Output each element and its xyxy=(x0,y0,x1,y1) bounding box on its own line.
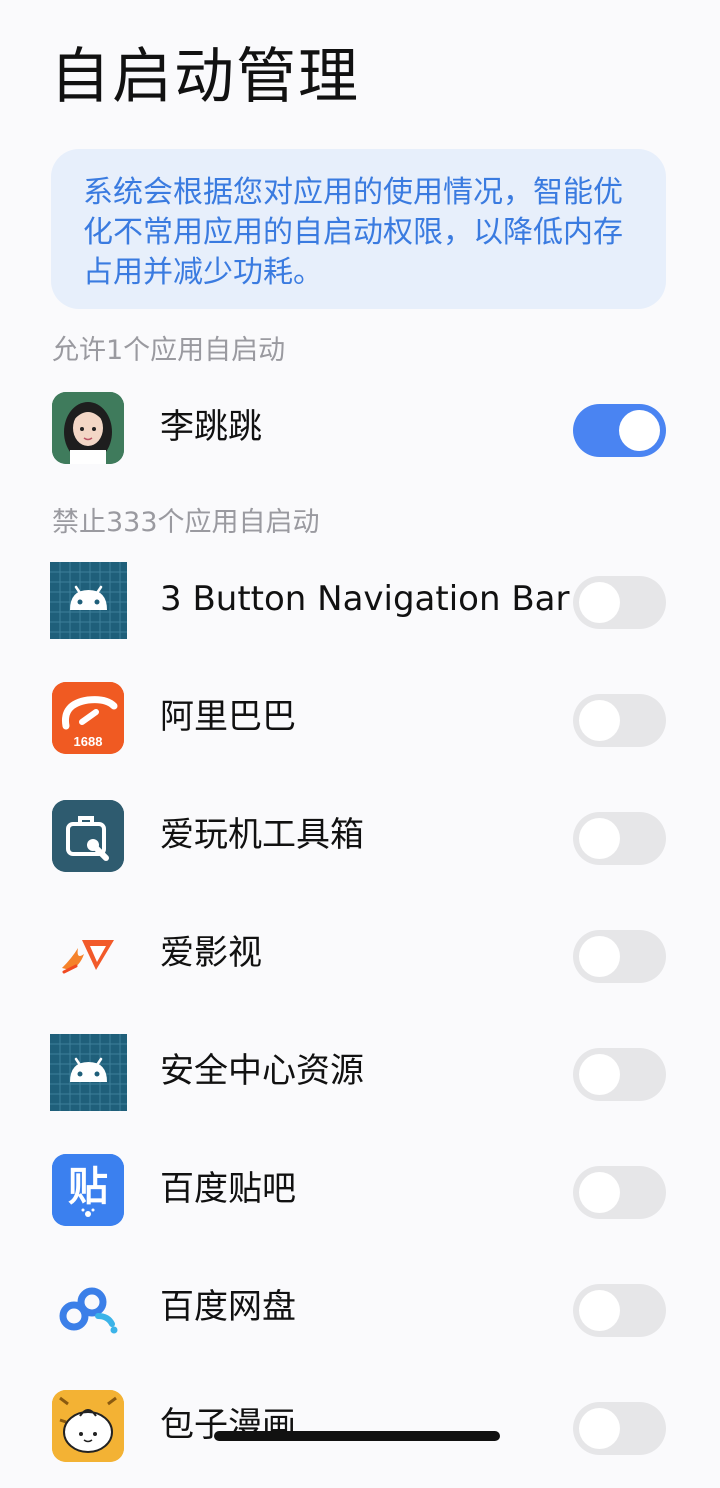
app-row-baidu-tieba[interactable]: 贴 百度贴吧 xyxy=(0,1134,720,1252)
app-name: 百度贴吧 xyxy=(160,1169,296,1209)
baidu-netdisk-icon xyxy=(52,1272,124,1344)
toggle-knob xyxy=(579,582,620,623)
autostart-toggle[interactable] xyxy=(573,1284,666,1337)
play-flame-icon xyxy=(52,918,124,990)
autostart-toggle[interactable] xyxy=(573,930,666,983)
toggle-knob xyxy=(579,936,620,977)
toggle-knob xyxy=(579,1290,620,1331)
autostart-toggle[interactable] xyxy=(573,812,666,865)
autostart-toggle[interactable] xyxy=(573,576,666,629)
toggle-knob xyxy=(619,410,660,451)
app-row-toolbox[interactable]: 爱玩机工具箱 xyxy=(0,780,720,898)
autostart-toggle[interactable] xyxy=(573,1402,666,1455)
app-row-lititiao[interactable]: 李跳跳 xyxy=(0,372,720,490)
alibaba-icon-text: 1688 xyxy=(74,734,103,749)
toggle-knob xyxy=(579,1054,620,1095)
toggle-knob xyxy=(579,700,620,741)
app-name: 3 Button Navigation Bar xyxy=(160,579,570,619)
alibaba-1688-icon: 1688 xyxy=(52,682,124,754)
autostart-toggle[interactable] xyxy=(573,1048,666,1101)
toggle-knob xyxy=(579,1172,620,1213)
app-name: 百度网盘 xyxy=(160,1287,296,1327)
android-icon xyxy=(50,562,127,639)
app-name: 阿里巴巴 xyxy=(160,697,296,737)
autostart-toggle[interactable] xyxy=(573,694,666,747)
allowed-section-header: 允许1个应用自启动 xyxy=(52,335,286,366)
toolbox-icon xyxy=(52,800,124,872)
app-name: 李跳跳 xyxy=(160,407,262,447)
toggle-knob xyxy=(579,818,620,859)
app-row-security-center[interactable]: 安全中心资源 xyxy=(0,1016,720,1134)
app-name: 爱影视 xyxy=(160,933,262,973)
blocked-section-header: 禁止333个应用自启动 xyxy=(52,507,320,538)
android-icon xyxy=(50,1034,127,1111)
autostart-toggle[interactable] xyxy=(573,1166,666,1219)
app-row-baozi-comic[interactable]: 包子漫画 xyxy=(0,1370,720,1488)
app-name: 包子漫画 xyxy=(160,1405,296,1445)
app-name: 爱玩机工具箱 xyxy=(160,815,364,855)
tieba-icon: 贴 xyxy=(52,1154,124,1226)
home-indicator[interactable] xyxy=(214,1431,500,1441)
page-title: 自启动管理 xyxy=(50,42,360,112)
app-row-baidu-netdisk[interactable]: 百度网盘 xyxy=(0,1252,720,1370)
info-banner: 系统会根据您对应用的使用情况，智能优化不常用应用的自启动权限，以降低内存占用并减… xyxy=(51,149,666,309)
toggle-knob xyxy=(579,1408,620,1449)
bun-comic-icon xyxy=(52,1390,124,1462)
app-name: 安全中心资源 xyxy=(160,1051,364,1091)
app-row-3-button-nav[interactable]: 3 Button Navigation Bar xyxy=(0,544,720,662)
tieba-icon-text: 贴 xyxy=(68,1164,108,1210)
autostart-toggle[interactable] xyxy=(573,404,666,457)
app-row-alibaba[interactable]: 1688 阿里巴巴 xyxy=(0,662,720,780)
app-row-aiyingshi[interactable]: 爱影视 xyxy=(0,898,720,1016)
avatar-girl-icon xyxy=(52,392,124,464)
